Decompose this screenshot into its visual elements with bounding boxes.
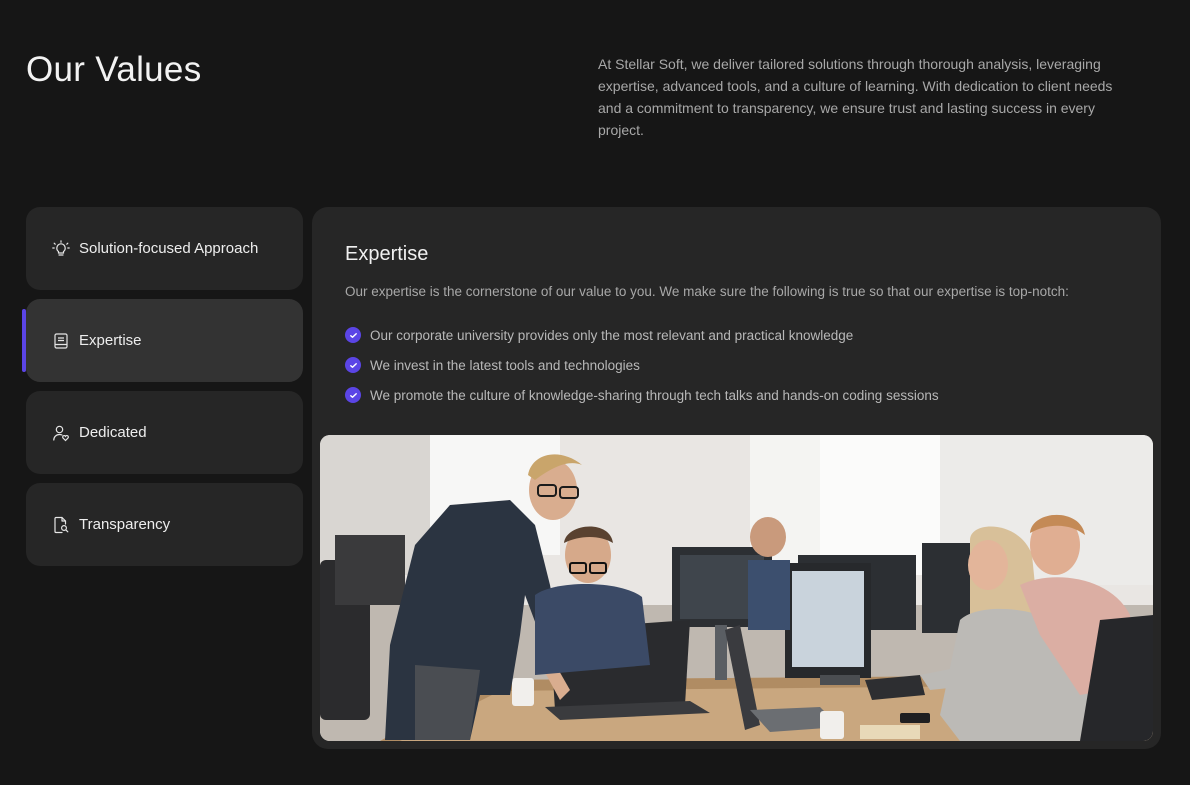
tab-label: Dedicated	[79, 424, 147, 441]
panel-title: Expertise	[345, 243, 429, 265]
check-circle-icon	[345, 357, 361, 373]
list-item: We invest in the latest tools and techno…	[345, 350, 939, 380]
list-item-text: We invest in the latest tools and techno…	[370, 357, 640, 373]
values-section: Our Values At Stellar Soft, we deliver t…	[0, 0, 1190, 785]
page-title: Our Values	[26, 50, 202, 89]
list-item-text: Our corporate university provides only t…	[370, 327, 854, 343]
tab-label: Transparency	[79, 516, 171, 533]
book-icon	[52, 332, 70, 350]
tab-transparency[interactable]: Transparency	[26, 483, 303, 566]
panel-description: Our expertise is the cornerstone of our …	[345, 284, 1069, 299]
check-circle-icon	[345, 327, 361, 343]
tab-dedicated[interactable]: Dedicated	[26, 391, 303, 474]
tab-solution-focused-approach[interactable]: Solution-focused Approach	[26, 207, 303, 290]
list-item: Our corporate university provides only t…	[345, 320, 939, 350]
lightbulb-icon	[52, 239, 70, 258]
list-item: We promote the culture of knowledge-shar…	[345, 380, 939, 410]
list-item-text: We promote the culture of knowledge-shar…	[370, 387, 939, 403]
intro-text: At Stellar Soft, we deliver tailored sol…	[598, 56, 1113, 138]
check-circle-icon	[345, 387, 361, 403]
values-tab-list: Solution-focused Approach Expertise Dedi…	[22, 207, 303, 575]
document-search-icon	[52, 516, 70, 534]
tab-label: Expertise	[79, 332, 142, 349]
expertise-points: Our corporate university provides only t…	[345, 320, 939, 410]
tab-label: Solution-focused Approach	[79, 240, 259, 257]
office-team-photo	[320, 435, 1153, 741]
user-heart-icon	[52, 424, 70, 442]
tab-expertise[interactable]: Expertise	[22, 299, 303, 382]
value-detail-panel: Expertise Our expertise is the cornersto…	[312, 207, 1161, 749]
